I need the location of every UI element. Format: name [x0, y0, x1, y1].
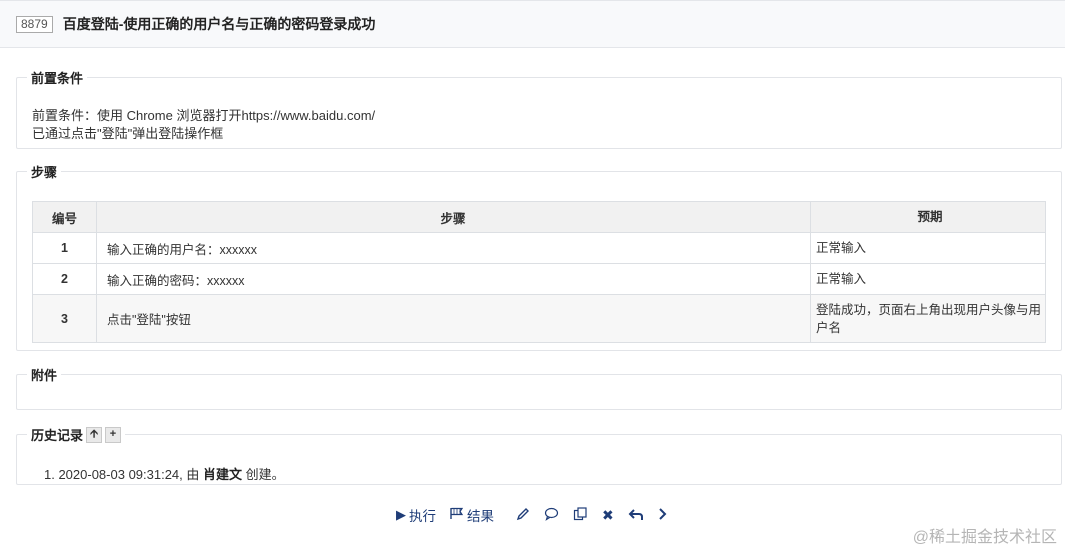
page-header: 8879 百度登陆-使用正确的用户名与正确的密码登录成功	[0, 0, 1065, 48]
step-num: 2	[32, 263, 97, 295]
result-button[interactable]: 结果	[450, 505, 494, 525]
precondition-line-2: 已通过点击"登陆"弹出登陆操作框	[32, 126, 224, 141]
history-entry-suffix: 创建。	[242, 467, 285, 482]
result-label: 结果	[467, 509, 494, 524]
edit-button[interactable]	[516, 507, 530, 524]
copy-button[interactable]	[573, 506, 588, 524]
steps-header-row: 编号 步骤 预期	[32, 201, 1046, 233]
col-header-expect: 预期	[810, 201, 1046, 233]
case-id-badge: 8879	[16, 15, 53, 33]
col-header-num: 编号	[32, 201, 97, 233]
page-title: 百度登陆-使用正确的用户名与正确的密码登录成功	[62, 16, 376, 32]
next-button[interactable]	[658, 507, 668, 524]
comment-icon	[544, 507, 559, 524]
step-expect: 正常输入	[810, 232, 1046, 264]
step-desc: 输入正确的用户名：xxxxxx	[96, 232, 811, 264]
step-desc: 输入正确的密码：xxxxxx	[96, 263, 811, 295]
precondition-line-1: 前置条件：使用 Chrome 浏览器打开https://www.baidu.co…	[32, 108, 376, 123]
execute-label: 执行	[409, 509, 436, 524]
back-button[interactable]	[628, 507, 644, 524]
delete-button[interactable]: ✖	[602, 507, 614, 524]
play-icon: ▶	[396, 507, 406, 522]
copy-icon	[573, 506, 588, 524]
flag-icon	[450, 507, 464, 523]
pencil-icon	[516, 507, 530, 524]
execute-button[interactable]: ▶ 执行	[396, 505, 436, 525]
table-row: 1 输入正确的用户名：xxxxxx 正常输入	[32, 232, 1046, 264]
arrow-up-icon[interactable]: 🡩	[86, 426, 103, 443]
step-num: 3	[32, 294, 97, 343]
col-header-step: 步骤	[96, 201, 811, 233]
preconditions-legend: 前置条件	[31, 71, 84, 86]
attachments-section: 附件	[16, 365, 1062, 410]
comment-button[interactable]	[544, 507, 559, 524]
plus-icon[interactable]: +	[105, 426, 122, 443]
preconditions-text: 前置条件：使用 Chrome 浏览器打开https://www.baidu.co…	[32, 107, 375, 143]
steps-legend: 步骤	[31, 165, 58, 180]
action-bar: ▶ 执行 结果 ✖	[396, 505, 682, 525]
history-entry-prefix: 1. 2020-08-03 09:31:24, 由	[44, 467, 204, 482]
close-icon: ✖	[602, 506, 614, 523]
preconditions-section: 前置条件 前置条件：使用 Chrome 浏览器打开https://www.bai…	[16, 68, 1062, 149]
watermark-text: @稀土掘金技术社区	[912, 529, 1057, 546]
table-row: 2 输入正确的密码：xxxxxx 正常输入	[32, 263, 1046, 295]
back-arrow-icon	[628, 507, 644, 524]
attachments-legend: 附件	[31, 368, 58, 383]
table-row: 3 点击"登陆"按钮 登陆成功，页面右上角出现用户头像与用户名	[32, 294, 1046, 343]
steps-section: 步骤 编号 步骤 预期 1 输入正确的用户名：xxxxxx 正常输入 2 输入正…	[16, 162, 1062, 351]
history-legend: 历史记录 🡩 +	[27, 425, 125, 444]
history-entry-user: 肖建文	[203, 467, 243, 482]
step-num: 1	[32, 232, 97, 264]
chevron-right-icon	[658, 507, 668, 524]
step-desc: 点击"登陆"按钮	[96, 294, 811, 343]
step-expect: 登陆成功，页面右上角出现用户头像与用户名	[810, 294, 1046, 343]
history-legend-label: 历史记录	[31, 428, 84, 443]
step-expect: 正常输入	[810, 263, 1046, 295]
history-section: 历史记录 🡩 + 1. 2020-08-03 09:31:24, 由 肖建文 创…	[16, 425, 1062, 485]
steps-table: 编号 步骤 预期 1 输入正确的用户名：xxxxxx 正常输入 2 输入正确的密…	[32, 201, 1046, 343]
history-entry: 1. 2020-08-03 09:31:24, 由 肖建文 创建。	[44, 464, 285, 483]
